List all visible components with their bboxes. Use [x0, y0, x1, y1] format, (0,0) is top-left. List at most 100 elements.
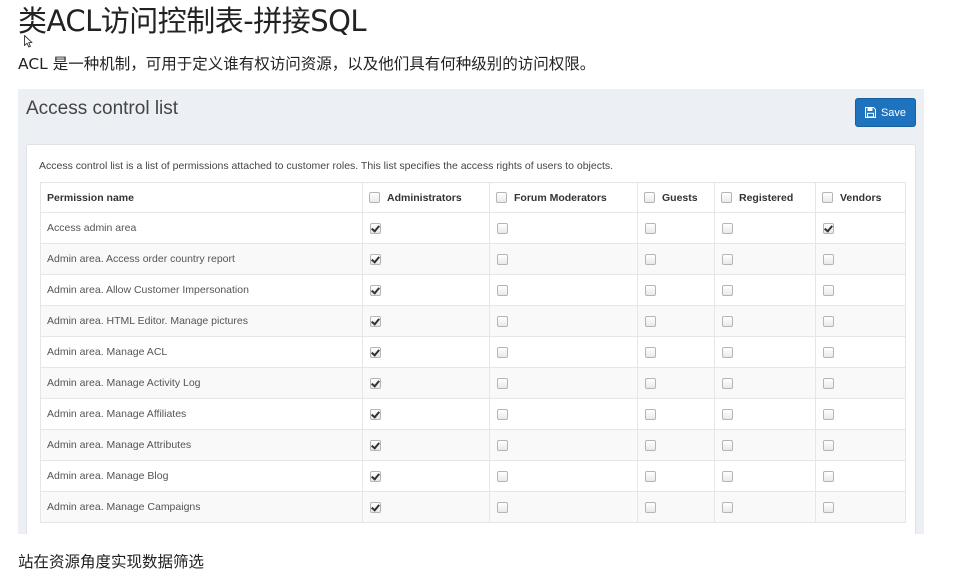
permission-cell-forum-moderators: [489, 305, 638, 337]
permission-checkbox-guests[interactable]: [645, 470, 656, 482]
role-label: Administrators: [387, 191, 462, 204]
table-row: Access admin area: [40, 212, 906, 244]
table-row: Admin area. Access order country report: [40, 243, 906, 275]
acl-header-row: Permission name Administrators Forum Mod…: [40, 182, 906, 213]
permission-checkbox-registered[interactable]: [722, 501, 733, 513]
permission-checkbox-administrators[interactable]: [370, 408, 381, 420]
permission-cell-administrators: [362, 367, 490, 399]
role-label: Registered: [739, 191, 794, 204]
permission-checkbox-vendors[interactable]: [823, 253, 834, 265]
permission-cell-vendors: [815, 367, 906, 399]
select-all-registered-checkbox[interactable]: [721, 192, 732, 203]
permission-checkbox-administrators[interactable]: [370, 253, 381, 265]
permission-checkbox-registered[interactable]: [722, 284, 733, 296]
permission-checkbox-forum-moderators[interactable]: [497, 377, 508, 389]
select-all-forum-moderators-checkbox[interactable]: [496, 192, 507, 203]
permission-cell-administrators: [362, 212, 490, 244]
permission-checkbox-vendors[interactable]: [823, 315, 834, 327]
permission-checkbox-administrators[interactable]: [370, 284, 381, 296]
permission-checkbox-forum-moderators[interactable]: [497, 501, 508, 513]
select-all-vendors-checkbox[interactable]: [822, 192, 833, 203]
permission-cell-vendors: [815, 274, 906, 306]
permission-checkbox-registered[interactable]: [722, 253, 733, 265]
table-row: Admin area. HTML Editor. Manage pictures: [40, 305, 906, 337]
permission-name-header: Permission name: [40, 182, 363, 213]
permission-checkbox-guests[interactable]: [645, 346, 656, 358]
permission-checkbox-registered[interactable]: [722, 315, 733, 327]
permission-cell-vendors: [815, 243, 906, 275]
permission-checkbox-administrators[interactable]: [370, 222, 381, 234]
permission-checkbox-forum-moderators[interactable]: [497, 439, 508, 451]
permission-name: Admin area. Manage Affiliates: [40, 398, 363, 430]
permission-cell-registered: [714, 429, 816, 461]
permission-checkbox-forum-moderators[interactable]: [497, 222, 508, 234]
permission-checkbox-guests[interactable]: [645, 222, 656, 234]
permission-checkbox-guests[interactable]: [645, 253, 656, 265]
permission-checkbox-forum-moderators[interactable]: [497, 470, 508, 482]
permission-checkbox-registered[interactable]: [722, 470, 733, 482]
permission-checkbox-guests[interactable]: [645, 284, 656, 296]
permission-cell-forum-moderators: [489, 460, 638, 492]
permission-cell-guests: [637, 212, 715, 244]
permission-checkbox-forum-moderators[interactable]: [497, 253, 508, 265]
permission-checkbox-guests[interactable]: [645, 315, 656, 327]
permission-checkbox-administrators[interactable]: [370, 346, 381, 358]
permission-checkbox-forum-moderators[interactable]: [497, 284, 508, 296]
permission-checkbox-guests[interactable]: [645, 439, 656, 451]
permission-checkbox-vendors[interactable]: [823, 439, 834, 451]
permission-checkbox-vendors[interactable]: [823, 408, 834, 420]
permission-cell-vendors: [815, 305, 906, 337]
select-all-administrators-checkbox[interactable]: [369, 192, 380, 203]
permission-cell-forum-moderators: [489, 429, 638, 461]
permission-cell-guests: [637, 491, 715, 523]
permission-checkbox-vendors[interactable]: [823, 501, 834, 513]
permission-cell-administrators: [362, 243, 490, 275]
acl-description: Access control list is a list of permiss…: [39, 160, 614, 172]
permission-checkbox-guests[interactable]: [645, 501, 656, 513]
permission-checkbox-guests[interactable]: [645, 377, 656, 389]
role-label: Guests: [662, 191, 698, 204]
table-row: Admin area. Manage Activity Log: [40, 367, 906, 399]
permission-cell-administrators: [362, 274, 490, 306]
permission-checkbox-registered[interactable]: [722, 439, 733, 451]
save-button[interactable]: Save: [855, 98, 916, 127]
permission-cell-guests: [637, 367, 715, 399]
permission-checkbox-vendors[interactable]: [823, 346, 834, 358]
permission-checkbox-administrators[interactable]: [370, 439, 381, 451]
permission-cell-forum-moderators: [489, 212, 638, 244]
table-row: Admin area. Allow Customer Impersonation: [40, 274, 906, 306]
permission-name: Admin area. Access order country report: [40, 243, 363, 275]
permission-checkbox-vendors[interactable]: [823, 222, 834, 234]
permission-name: Admin area. HTML Editor. Manage pictures: [40, 305, 363, 337]
permission-cell-administrators: [362, 460, 490, 492]
permission-checkbox-vendors[interactable]: [823, 284, 834, 296]
permission-checkbox-administrators[interactable]: [370, 377, 381, 389]
permission-checkbox-forum-moderators[interactable]: [497, 408, 508, 420]
table-row: Admin area. Manage Affiliates: [40, 398, 906, 430]
permission-cell-guests: [637, 398, 715, 430]
role-header-guests: Guests: [637, 182, 715, 213]
permission-checkbox-forum-moderators[interactable]: [497, 346, 508, 358]
permission-cell-guests: [637, 429, 715, 461]
permission-checkbox-administrators[interactable]: [370, 470, 381, 482]
panel-heading: Access control list: [26, 98, 179, 119]
permission-checkbox-administrators[interactable]: [370, 315, 381, 327]
permission-checkbox-vendors[interactable]: [823, 470, 834, 482]
permission-checkbox-registered[interactable]: [722, 377, 733, 389]
permission-cell-registered: [714, 212, 816, 244]
select-all-guests-checkbox[interactable]: [644, 192, 655, 203]
acl-table-body: Access admin area Admin area. Access orde…: [40, 212, 906, 523]
permission-checkbox-registered[interactable]: [722, 346, 733, 358]
permission-cell-guests: [637, 460, 715, 492]
permission-checkbox-vendors[interactable]: [823, 377, 834, 389]
permission-cell-forum-moderators: [489, 274, 638, 306]
table-row: Admin area. Manage Blog: [40, 460, 906, 492]
permission-checkbox-administrators[interactable]: [370, 501, 381, 513]
permission-checkbox-forum-moderators[interactable]: [497, 315, 508, 327]
permission-checkbox-guests[interactable]: [645, 408, 656, 420]
permission-cell-administrators: [362, 491, 490, 523]
permission-cell-vendors: [815, 398, 906, 430]
permission-name: Admin area. Manage Blog: [40, 460, 363, 492]
permission-checkbox-registered[interactable]: [722, 408, 733, 420]
permission-checkbox-registered[interactable]: [722, 222, 733, 234]
